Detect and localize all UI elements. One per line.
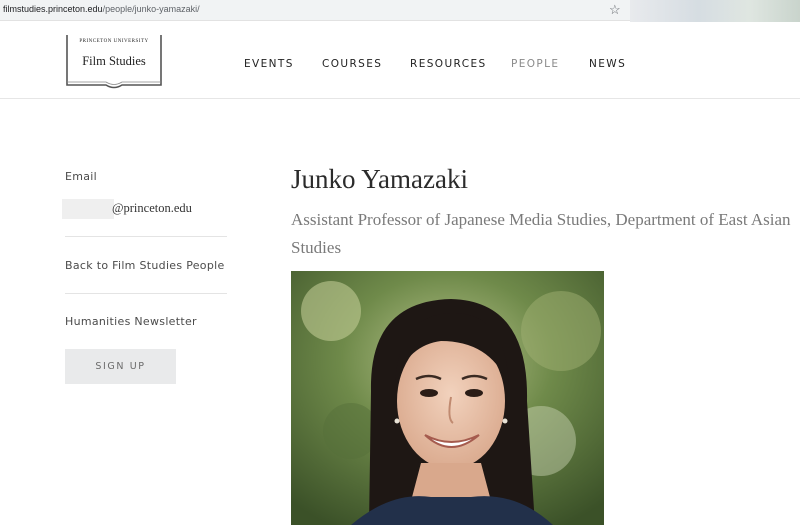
address-bar[interactable]: filmstudies.princeton.edu/people/junko-y…: [0, 0, 630, 21]
nav-courses[interactable]: COURSES: [322, 58, 382, 70]
profile-photo: [291, 271, 604, 525]
site-logo[interactable]: PRINCETON UNIVERSITY Film Studies: [66, 35, 162, 91]
sign-up-button[interactable]: SIGN UP: [65, 349, 176, 384]
portrait-image: [291, 271, 604, 525]
nav-news[interactable]: NEWS: [589, 58, 626, 70]
url-domain: filmstudies.princeton.edu: [3, 4, 103, 14]
url-text[interactable]: filmstudies.princeton.edu/people/junko-y…: [3, 4, 200, 14]
nav-people[interactable]: PEOPLE: [511, 58, 559, 70]
sidebar-divider: [65, 236, 227, 237]
back-to-people-link[interactable]: Back to Film Studies People: [65, 259, 225, 272]
url-path: /people/junko-yamazaki/: [102, 4, 200, 14]
profile-name: Junko Yamazaki: [291, 164, 468, 194]
newsletter-label: Humanities Newsletter: [65, 315, 197, 328]
nav-resources[interactable]: RESOURCES: [410, 58, 487, 70]
profile-title: Assistant Professor of Japanese Media St…: [291, 210, 791, 257]
email-redaction: [62, 199, 114, 219]
email-label: Email: [65, 170, 98, 183]
browser-toolbar-area: [630, 0, 800, 22]
nav-events[interactable]: EVENTS: [244, 58, 294, 70]
star-icon[interactable]: ☆: [609, 1, 621, 19]
email-address-link[interactable]: @princeton.edu: [112, 201, 192, 216]
logo-title-text: Film Studies: [82, 54, 146, 68]
sidebar-divider: [65, 293, 227, 294]
site-header: PRINCETON UNIVERSITY Film Studies EVENTS…: [0, 22, 800, 99]
logo-university-text: PRINCETON UNIVERSITY: [79, 39, 149, 44]
